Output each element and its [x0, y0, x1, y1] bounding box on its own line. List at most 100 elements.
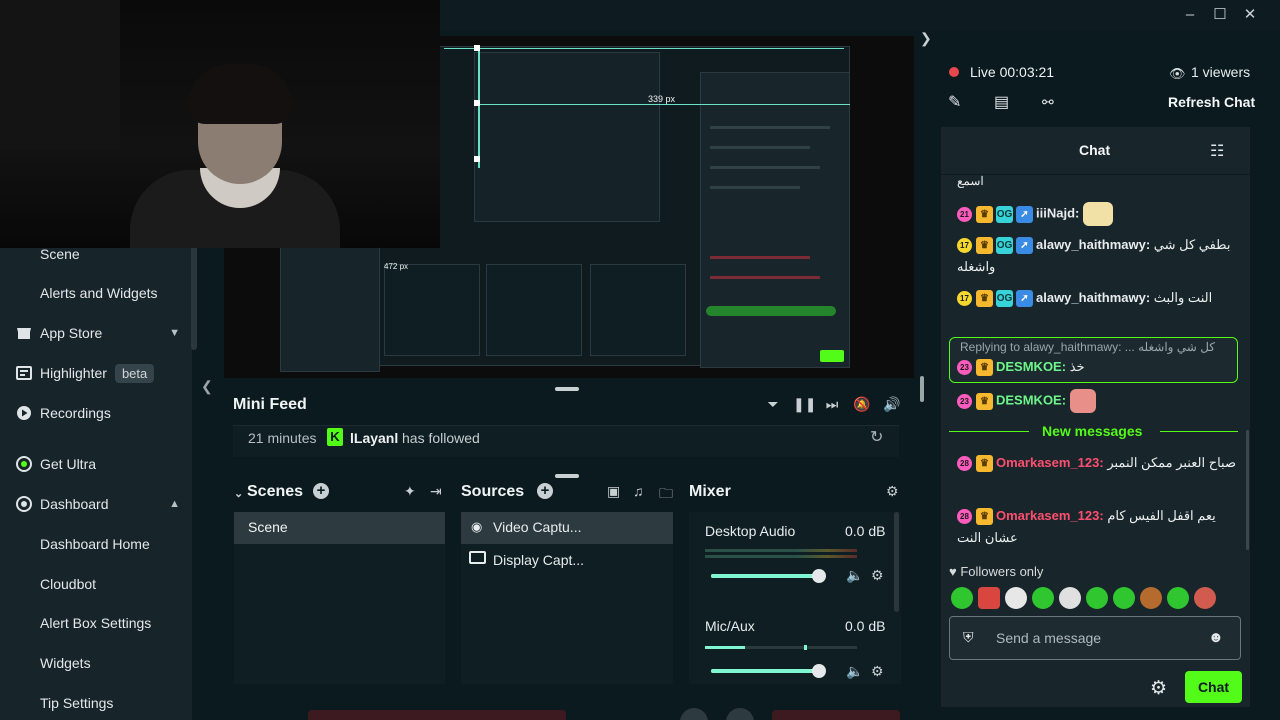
live-status-label: Live [970, 64, 996, 80]
chat-username[interactable]: iiiNajd: [1036, 205, 1079, 220]
resize-handle[interactable] [474, 156, 480, 162]
sidebar-item-get-ultra[interactable]: Get Ultra [0, 446, 192, 482]
emote-icon[interactable] [1140, 587, 1162, 609]
speaker-icon[interactable]: 🔈 [846, 663, 863, 680]
transition-icon[interactable]: ✦ [404, 483, 416, 500]
mute-alerts-icon[interactable]: 🔕 [853, 396, 871, 413]
speaker-icon[interactable]: 🔈 [846, 567, 863, 584]
reply-context[interactable]: Replying to alawy_haithmawy: ... كل شي و… [960, 340, 1215, 354]
mixer-scrollbar[interactable] [894, 512, 899, 612]
users-icon[interactable]: ☷ [1210, 141, 1224, 161]
close-icon[interactable]: ✕ [1238, 4, 1262, 26]
sidebar-item-alerts-widgets[interactable]: Alerts and Widgets [0, 275, 192, 311]
sidebar-item-dashboard-home[interactable]: Dashboard Home [0, 526, 192, 562]
webcam-door [0, 0, 120, 150]
nested-chat-row [710, 276, 820, 279]
skip-icon[interactable]: ⏭ [823, 396, 841, 413]
emote-icon[interactable] [1194, 587, 1216, 609]
gear-icon[interactable]: ⚙ [871, 567, 884, 584]
emote-icon [1082, 202, 1113, 226]
camera-icon[interactable]: ▤ [994, 92, 1009, 112]
sidebar-item-cloudbot[interactable]: Cloudbot [0, 566, 192, 602]
nested-chat-row [710, 166, 820, 169]
chat-username[interactable]: alawy_haithmawy: [1036, 290, 1150, 305]
chevron-up-icon[interactable]: ▲ [169, 498, 180, 510]
emote-icon[interactable] [1032, 587, 1054, 609]
nested-sidebar [280, 246, 380, 372]
sidebar-item-label: Alerts and Widgets [40, 285, 158, 301]
refresh-chat-button[interactable]: Refresh Chat [1168, 94, 1255, 110]
minimize-icon[interactable]: – [1178, 4, 1202, 26]
chat-text: النت والبث [1153, 290, 1213, 305]
emote-icon[interactable] [978, 587, 1000, 609]
selection-line [444, 48, 844, 49]
level-badge: 28 [957, 509, 972, 525]
volume-slider-knob[interactable] [812, 664, 826, 678]
sidebar-item-label: Tip Settings [40, 695, 114, 711]
add-folder-icon[interactable]: 🗀 [659, 483, 673, 507]
eye-icon: 👁 [1169, 66, 1186, 81]
dock-drag-handle[interactable] [555, 474, 579, 478]
preview-scrollbar[interactable] [920, 376, 924, 402]
sidebar-item-dashboard[interactable]: Dashboard ▲ [0, 486, 192, 522]
mixer-channel-db: 0.0 dB [845, 523, 886, 539]
chevron-left-icon[interactable]: ❮ [201, 378, 213, 395]
chat-username[interactable]: DESMKOE: [996, 392, 1066, 407]
emote-quick-bar [951, 587, 1241, 609]
dock-drag-handle[interactable] [555, 387, 579, 391]
chat-scrollbar[interactable] [1246, 430, 1249, 550]
gear-icon[interactable]: ⚙ [871, 663, 884, 680]
source-list-item[interactable]: Display Capt... [461, 544, 673, 576]
emote-icon[interactable] [1086, 587, 1108, 609]
chat-username[interactable]: Omarkasem_123: [996, 508, 1104, 523]
chat-input-placeholder[interactable]: Send a message [996, 630, 1101, 646]
gear-icon[interactable]: ⚙ [1150, 677, 1167, 700]
emote-icon[interactable] [951, 587, 973, 609]
chat-text: صباح العنبر ممكن النمبر [1107, 455, 1237, 470]
chevron-down-icon[interactable]: ⌄ [234, 487, 243, 500]
mini-feed-title: Mini Feed [233, 396, 307, 413]
emote-icon[interactable] [1005, 587, 1027, 609]
resize-handle[interactable] [474, 45, 480, 51]
emote-icon[interactable] [1113, 587, 1135, 609]
live-indicator-icon [949, 67, 959, 77]
chat-username[interactable]: alawy_haithmawy: [1036, 237, 1150, 252]
volume-slider-knob[interactable] [812, 569, 826, 583]
chat-username[interactable]: Omarkasem_123: [996, 455, 1104, 470]
new-messages-label[interactable]: New messages [1042, 423, 1142, 439]
chat-message: 17 ♛ OG ➚ alawy_haithmawy: بطفي كل شي واشغله [957, 234, 1237, 278]
emoji-icon[interactable]: ☻ [1208, 629, 1224, 646]
source-settings-icon[interactable]: ▣ [607, 483, 620, 500]
edit-icon[interactable]: ✎ [948, 92, 961, 112]
nested-chat-row [710, 146, 810, 149]
volume-slider[interactable] [711, 669, 823, 673]
pause-icon[interactable]: ❚❚ [793, 396, 816, 413]
emote-icon[interactable] [1167, 587, 1189, 609]
emote-icon[interactable] [1059, 587, 1081, 609]
sidebar-item-tip-settings[interactable]: Tip Settings [0, 685, 192, 720]
volume-icon[interactable]: 🔊 [883, 396, 901, 413]
resize-handle[interactable] [474, 100, 480, 106]
sidebar-item-label: Dashboard Home [40, 536, 150, 552]
chat-username[interactable]: DESMKOE: [996, 359, 1066, 374]
studio-mode-icon[interactable]: ⇥ [430, 483, 442, 500]
sidebar-item-highlighter[interactable]: Highlighter beta [0, 355, 192, 391]
refresh-icon[interactable]: ↻ [870, 427, 883, 447]
volume-slider[interactable] [711, 574, 823, 578]
sidebar-item-recordings[interactable]: Recordings [0, 395, 192, 431]
nested-emote-bar [706, 306, 836, 316]
add-scene-icon[interactable]: + [313, 483, 329, 499]
sidebar-scrollbar[interactable] [191, 240, 197, 350]
sidebar-item-app-store[interactable]: App Store ▼ [0, 315, 192, 351]
filter-icon[interactable]: ⏷ [764, 396, 782, 413]
sidebar-item-widgets[interactable]: Widgets [0, 645, 192, 681]
share-icon[interactable]: ⚯ [1042, 94, 1054, 111]
emote-icon [1069, 389, 1096, 413]
source-audio-icon[interactable]: ♫ [633, 483, 644, 499]
chevron-down-icon[interactable]: ▼ [169, 327, 180, 339]
add-source-icon[interactable]: + [537, 483, 553, 499]
maximize-icon[interactable]: ☐ [1208, 4, 1232, 26]
send-chat-button[interactable]: Chat [1185, 671, 1242, 703]
sidebar-item-alert-box-settings[interactable]: Alert Box Settings [0, 605, 192, 641]
gear-icon[interactable]: ⚙ [886, 483, 899, 500]
